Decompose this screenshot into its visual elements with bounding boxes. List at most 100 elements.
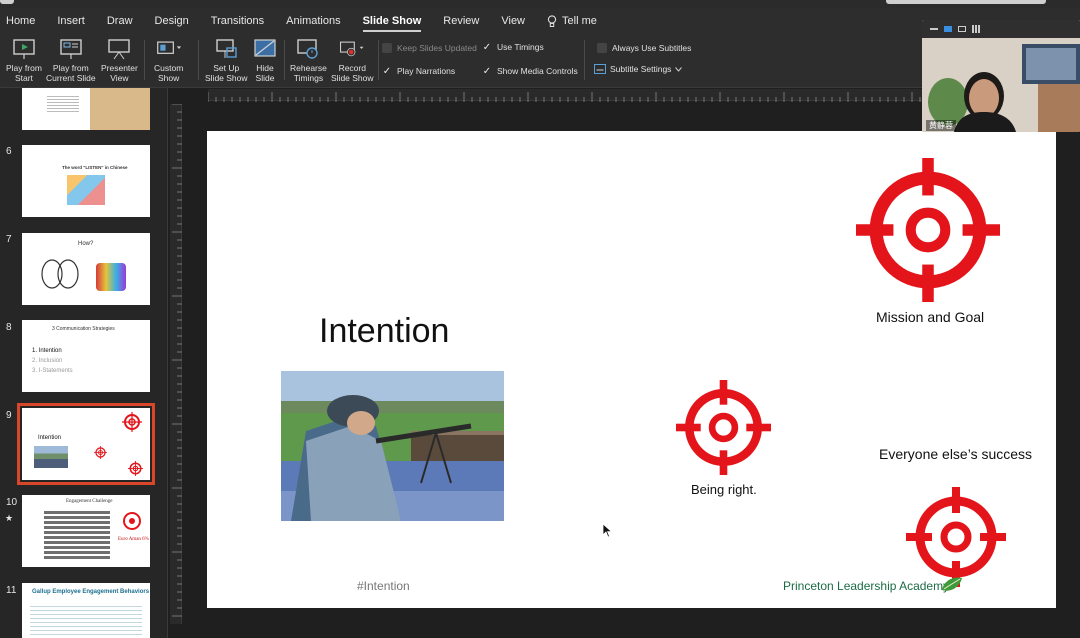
thumbnail-title: Gallup Employee Engagement Behaviors <box>32 589 150 595</box>
set-up-label-2: Slide Show <box>205 72 248 83</box>
target-icon-being-right[interactable] <box>676 380 771 475</box>
tab-design[interactable]: Design <box>155 8 189 34</box>
thumbnail-list-item: 3. I-Statements <box>32 368 73 374</box>
ribbon-separator <box>284 40 285 80</box>
tab-transitions[interactable]: Transitions <box>211 8 264 34</box>
rehearse-label-2: Timings <box>293 72 324 83</box>
subtitle-settings-dropdown[interactable]: Subtitle Settings <box>594 64 683 74</box>
thumbnail-number: 11 <box>6 585 17 596</box>
use-timings-checkbox[interactable]: ✓ Use Timings <box>482 42 544 53</box>
tell-me-label: Tell me <box>562 15 597 27</box>
play-current-icon <box>60 39 82 59</box>
slide-title[interactable]: Intention <box>319 312 449 351</box>
ribbon-separator <box>144 40 145 80</box>
soldier-aiming-photo[interactable] <box>281 371 504 521</box>
custom-show-button[interactable]: Custom Show <box>154 36 183 83</box>
slide-thumbnail-pane[interactable]: 6 The word "LISTEN" in Chinese 7 How? 8 … <box>0 88 168 638</box>
tab-animations[interactable]: Animations <box>286 8 340 34</box>
play-from-start-button[interactable]: Play from Start <box>6 36 42 83</box>
thumbnail-slide-10[interactable]: Engagement Challenge Euro Aman 6% <box>22 495 150 567</box>
subtitle-settings-label: Subtitle Settings <box>610 64 672 74</box>
thumbnail-slide-8[interactable]: 3 Communication Strategies 1. Intention … <box>22 320 150 392</box>
photo-illustration <box>281 371 504 521</box>
play-from-start-label-2: Start <box>14 72 33 83</box>
play-from-current-button[interactable]: Play from Current Slide <box>46 36 96 83</box>
target-icon <box>128 461 143 476</box>
play-narrations-label: Play Narrations <box>397 66 456 76</box>
tab-draw[interactable]: Draw <box>107 8 133 34</box>
tab-slide-show[interactable]: Slide Show <box>362 8 421 34</box>
label-being-right[interactable]: Being right. <box>691 482 757 497</box>
mouse-cursor-icon <box>603 524 612 538</box>
window-title-strip <box>0 0 1080 8</box>
thumbnail-title: Intention <box>38 435 62 441</box>
tab-home[interactable]: Home <box>6 8 35 34</box>
brand-footer[interactable]: Princeton Leadership Academy <box>783 579 949 593</box>
thumbnail-bar-graphic <box>44 511 110 559</box>
tab-view[interactable]: View <box>501 8 525 34</box>
minimize-icon[interactable] <box>930 28 938 30</box>
label-everyone-else-success[interactable]: Everyone else’s success <box>879 446 1032 462</box>
target-icon-mission[interactable] <box>856 158 1000 302</box>
thumbnail-slide-6[interactable]: The word "LISTEN" in Chinese <box>22 145 150 217</box>
thumbnail-text-lines <box>30 603 142 638</box>
keep-slides-updated-checkbox[interactable]: Keep Slides Updated <box>382 43 477 53</box>
thumbnail-list-item: 2. Inclusion <box>32 358 63 364</box>
thumbnail-graphic <box>96 263 126 291</box>
ribbon-separator <box>198 40 199 80</box>
vertical-ruler[interactable] <box>170 103 182 624</box>
hide-slide-label-2: Slide <box>255 72 275 83</box>
thumbnail-slide-11[interactable]: Gallup Employee Engagement Behaviors <box>22 583 150 638</box>
target-icon <box>122 412 142 432</box>
thumbnail-number: 7 <box>6 234 12 245</box>
current-slide-canvas[interactable]: Intention Mission and Goal Being right. … <box>207 131 1056 608</box>
ruler-ticks <box>172 103 182 617</box>
presenter-view-icon <box>108 39 131 60</box>
thumbnail-list-item: 1. Intention <box>32 348 62 354</box>
brain-icon <box>41 259 79 289</box>
tab-review[interactable]: Review <box>443 8 479 34</box>
search-box-edge[interactable] <box>886 0 1046 4</box>
gallery-view-icon[interactable] <box>972 25 980 33</box>
always-use-subtitles-checkbox[interactable]: Always Use Subtitles <box>597 43 691 53</box>
thumbnail-graphic <box>67 175 105 205</box>
thumbnail-title: How? <box>78 241 94 247</box>
record-icon <box>340 41 364 57</box>
hide-slide-button[interactable]: Hide Slide <box>252 36 278 83</box>
rehearse-timings-button[interactable]: Rehearse Timings <box>290 36 327 83</box>
target-icon-everyone[interactable] <box>906 487 1006 587</box>
tab-insert[interactable]: Insert <box>57 8 85 34</box>
play-narrations-checkbox[interactable]: ✓ Play Narrations <box>382 65 456 77</box>
chevron-down-icon <box>675 66 683 72</box>
thumbnail-title: The word "LISTEN" in Chinese <box>62 165 128 170</box>
thumbnail-note: Euro Aman 6% <box>118 537 149 542</box>
thumbnail-slide-9-selected[interactable]: Intention <box>17 403 155 485</box>
ribbon-separator <box>584 40 585 80</box>
thumbnail-slide-5[interactable] <box>22 88 150 130</box>
webcam-toolbar <box>922 20 1080 38</box>
speaker-view-icon[interactable] <box>944 26 952 32</box>
window-view-icon[interactable] <box>958 26 966 32</box>
slide-hashtag[interactable]: #Intention <box>357 579 410 593</box>
set-up-slide-show-button[interactable]: Set Up Slide Show <box>205 36 248 83</box>
show-media-controls-checkbox[interactable]: ✓ Show Media Controls <box>482 66 578 77</box>
keep-slides-updated-label: Keep Slides Updated <box>397 43 477 53</box>
webcam-video-tile[interactable]: 黄静蓉 <box>922 20 1080 132</box>
thumbnail-title: Engagement Challenge <box>66 499 113 504</box>
custom-show-icon <box>156 41 181 54</box>
thumbnail-slide-7[interactable]: How? <box>22 233 150 305</box>
traffic-light-area <box>0 0 14 4</box>
use-timings-label: Use Timings <box>497 42 544 52</box>
checkmark-icon: ✓ <box>382 65 392 77</box>
horizontal-ruler[interactable] <box>207 89 922 102</box>
thumbnail-image <box>34 446 68 468</box>
ribbon-separator <box>378 40 379 80</box>
record-slide-show-button[interactable]: Record Slide Show <box>331 36 374 83</box>
tell-me-box[interactable]: Tell me <box>547 8 597 34</box>
always-use-subtitles-label: Always Use Subtitles <box>612 43 692 53</box>
presenter-view-button[interactable]: Presenter View <box>101 36 138 83</box>
participant-name: 黄静蓉 <box>926 120 956 131</box>
leaf-logo-icon <box>942 577 962 591</box>
ribbon: Play from Start Play from Current Slide … <box>0 34 1080 88</box>
label-mission-and-goal[interactable]: Mission and Goal <box>876 309 984 325</box>
